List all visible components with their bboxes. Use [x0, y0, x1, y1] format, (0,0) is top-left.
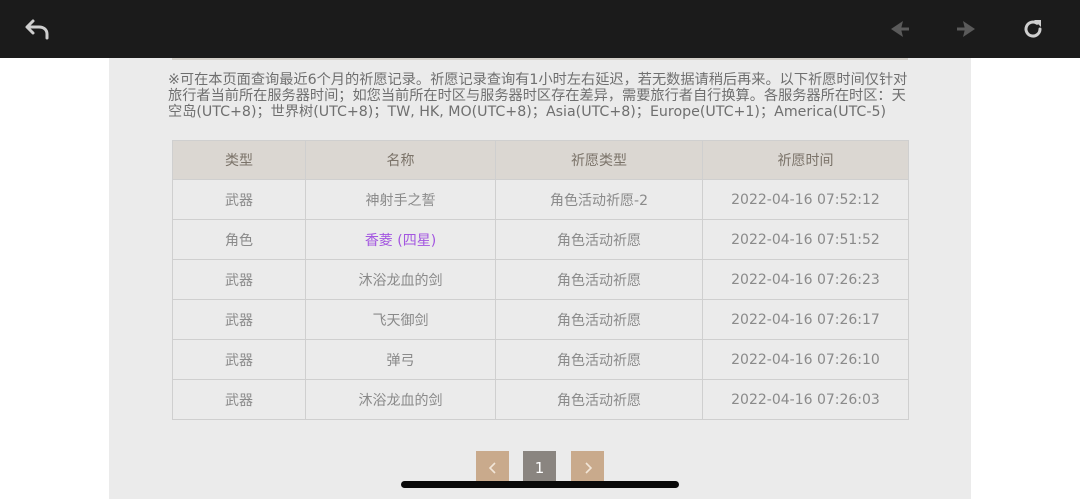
- chevron-left-icon: [488, 462, 496, 474]
- back-arrow-icon: [25, 19, 49, 40]
- next-page-button[interactable]: [951, 14, 981, 44]
- chevron-right-icon: [584, 462, 592, 474]
- panel-divider: [172, 58, 908, 60]
- cell-wish-type: 角色活动祈愿: [495, 379, 703, 420]
- cell-wish-time: 2022-04-16 07:51:52: [702, 219, 909, 260]
- prev-page-arrow[interactable]: [476, 451, 509, 485]
- cell-type: 角色: [172, 219, 306, 260]
- column-header-type: 类型: [172, 140, 306, 180]
- next-page-arrow[interactable]: [571, 451, 604, 485]
- table-row: 武器 沐浴龙血的剑 角色活动祈愿 2022-04-16 07:26:23: [172, 259, 909, 300]
- cell-wish-type: 角色活动祈愿: [495, 259, 703, 300]
- cell-type: 武器: [172, 339, 306, 380]
- cell-wish-type: 角色活动祈愿: [495, 299, 703, 340]
- refresh-button[interactable]: [1018, 14, 1048, 44]
- cell-name: 沐浴龙血的剑: [305, 379, 496, 420]
- cell-wish-time: 2022-04-16 07:52:12: [702, 179, 909, 220]
- cell-type: 武器: [172, 299, 306, 340]
- table-row: 角色 香菱 (四星) 角色活动祈愿 2022-04-16 07:51:52: [172, 219, 909, 260]
- column-header-wish-type: 祈愿类型: [495, 140, 703, 180]
- wish-history-table: 类型 名称 祈愿类型 祈愿时间 武器 神射手之誓 角色活动祈愿-2 2022-0…: [172, 140, 909, 420]
- next-page-icon: [957, 21, 975, 37]
- prev-page-icon: [891, 21, 909, 37]
- home-indicator[interactable]: [401, 481, 679, 488]
- cell-wish-time: 2022-04-16 07:26:10: [702, 339, 909, 380]
- column-header-wish-time: 祈愿时间: [702, 140, 909, 180]
- cell-type: 武器: [172, 259, 306, 300]
- table-row: 武器 沐浴龙血的剑 角色活动祈愿 2022-04-16 07:26:03: [172, 379, 909, 420]
- table-row: 武器 弹弓 角色活动祈愿 2022-04-16 07:26:10: [172, 339, 909, 380]
- cell-name: 弹弓: [305, 339, 496, 380]
- cell-type: 武器: [172, 379, 306, 420]
- wish-record-notice: ※可在本页面查询最近6个月的祈愿记录。祈愿记录查询有1小时左右延迟，若无数据请稍…: [168, 72, 908, 120]
- prev-page-button[interactable]: [885, 14, 915, 44]
- cell-wish-time: 2022-04-16 07:26:03: [702, 379, 909, 420]
- table-row: 武器 飞天御剑 角色活动祈愿 2022-04-16 07:26:17: [172, 299, 909, 340]
- back-button[interactable]: [22, 14, 52, 44]
- cell-wish-type: 角色活动祈愿-2: [495, 179, 703, 220]
- browser-toolbar: [0, 0, 1080, 58]
- cell-wish-type: 角色活动祈愿: [495, 339, 703, 380]
- table-row: 武器 神射手之誓 角色活动祈愿-2 2022-04-16 07:52:12: [172, 179, 909, 220]
- page-number-current[interactable]: 1: [523, 451, 556, 485]
- cell-type: 武器: [172, 179, 306, 220]
- table-header-row: 类型 名称 祈愿类型 祈愿时间: [172, 140, 909, 180]
- cell-name: 飞天御剑: [305, 299, 496, 340]
- refresh-icon: [1024, 20, 1042, 38]
- cell-wish-type: 角色活动祈愿: [495, 219, 703, 260]
- cell-name: 神射手之誓: [305, 179, 496, 220]
- column-header-name: 名称: [305, 140, 496, 180]
- cell-wish-time: 2022-04-16 07:26:23: [702, 259, 909, 300]
- cell-name: 香菱 (四星): [305, 219, 496, 260]
- cell-wish-time: 2022-04-16 07:26:17: [702, 299, 909, 340]
- cell-name: 沐浴龙血的剑: [305, 259, 496, 300]
